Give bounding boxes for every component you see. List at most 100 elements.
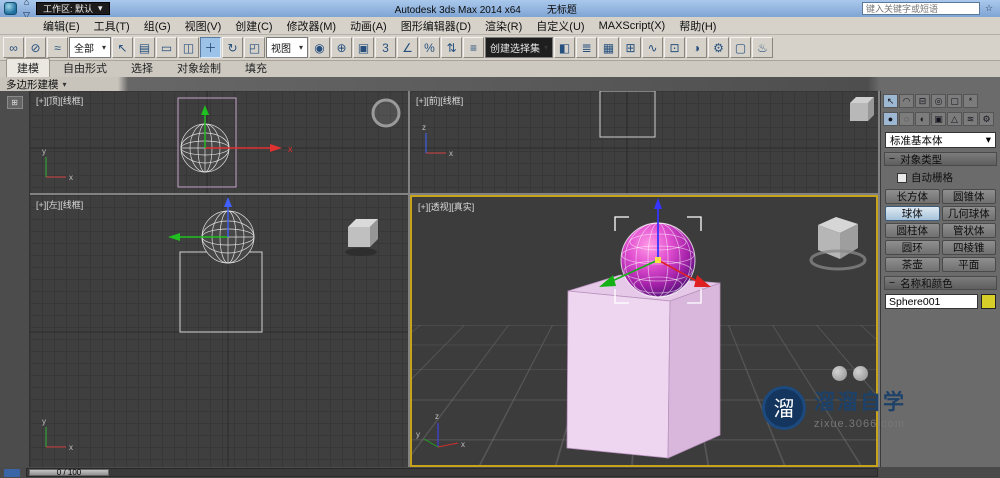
svg-text:z: z [435,412,439,421]
tab-selection[interactable]: 选择 [120,58,164,77]
time-slider-track[interactable]: 0 / 100 [26,468,878,477]
menu-item[interactable]: 视图(V) [178,17,229,34]
viewcube-icon[interactable] [850,97,874,121]
select-and-manipulate-icon[interactable]: ⊕ [331,37,352,58]
angle-snap-icon[interactable]: ∠ [397,37,418,58]
select-by-name-icon[interactable]: ▤ [134,37,155,58]
box-wireframe[interactable] [179,251,263,333]
align-icon[interactable]: ≣ [576,37,598,58]
menu-item[interactable]: 动画(A) [343,17,394,34]
menu-item[interactable]: 编辑(E) [36,17,87,34]
window-crossing-icon[interactable]: ◫ [178,37,199,58]
viewcube-icon[interactable] [345,219,378,256]
rectangular-selection-icon[interactable]: ▭ [156,37,177,58]
percent-snap-icon[interactable]: % [419,37,440,58]
pyramid-button[interactable]: 四棱锥 [941,240,996,255]
modify-tab-icon[interactable]: ◠ [899,94,914,108]
menu-item[interactable]: 修改器(M) [280,17,344,34]
use-pivot-center-icon[interactable]: ◉ [309,37,330,58]
utilities-tab-icon[interactable]: * [963,94,978,108]
menu-item[interactable]: 图形编辑器(D) [394,17,478,34]
select-and-link-icon[interactable]: ∞ [3,37,24,58]
select-and-scale-icon[interactable]: ◰ [244,37,265,58]
reference-coordinate-dropdown[interactable]: 视图 [266,37,308,58]
rendered-frame-icon[interactable]: ▢ [730,37,752,58]
menu-item[interactable]: 自定义(U) [529,17,591,34]
render-setup-icon[interactable]: ⚙ [708,37,730,58]
viewcube-icon[interactable] [371,98,401,128]
name-color-rollout-header[interactable]: − 名称和颜色 [884,276,997,290]
curve-editor-icon[interactable]: ∿ [642,37,664,58]
menu-item[interactable]: 创建(C) [228,17,279,34]
hierarchy-tab-icon[interactable]: ⊟ [915,94,930,108]
cameras-category-icon[interactable]: ▣ [931,112,946,126]
bind-to-space-warp-icon[interactable]: ≈ [47,37,68,58]
space-warps-category-icon[interactable]: ≋ [963,112,978,126]
object-type-rollout-header[interactable]: − 对象类型 [884,152,997,166]
teapot-button[interactable]: 茶壶 [885,257,940,272]
render-production-icon[interactable]: ♨ [752,37,774,58]
systems-category-icon[interactable]: ⚙ [979,112,994,126]
select-and-move-icon[interactable]: ＋ [200,37,221,58]
ribbon-toggle-icon[interactable]: ⊞ [620,37,642,58]
shapes-category-icon[interactable]: ◌ [899,112,914,126]
tube-button[interactable]: 管状体 [941,223,996,238]
snaps-toggle-icon[interactable]: 3 [375,37,396,58]
workspace-dropdown[interactable]: 工作区: 默认 ▾ [36,2,110,15]
edit-selection-sets-icon[interactable]: ≡ [463,37,484,58]
mini-listener-icon[interactable] [4,468,20,477]
viewport-top[interactable]: [+][顶][线框] x x y [30,91,408,193]
plane-button[interactable]: 平面 [941,257,996,272]
cone-button[interactable]: 圆锥体 [941,189,996,204]
geometry-category-icon[interactable]: ● [883,112,898,126]
tab-populate[interactable]: 填充 [234,58,278,77]
viewport-label-perspective[interactable]: [+][透视][真实] [418,200,474,213]
schematic-view-icon[interactable]: ⊡ [664,37,686,58]
select-and-rotate-icon[interactable]: ↻ [222,37,243,58]
menu-item[interactable]: 渲染(R) [478,17,529,34]
viewport-label-left[interactable]: [+][左][线框] [36,198,83,211]
ribbon-collapse-icon[interactable]: ⊞ [6,96,23,109]
polygon-modeling-panel-tab[interactable]: 多边形建模 [0,77,73,92]
favorites-star-icon[interactable]: ☆ [982,2,996,15]
tab-modeling[interactable]: 建模 [6,58,50,77]
menu-item[interactable]: 工具(T) [87,17,137,34]
primitive-category-dropdown[interactable]: 标准基本体 ▾ [885,132,996,148]
lights-category-icon[interactable]: ◐ [915,112,930,126]
helpers-category-icon[interactable]: △ [947,112,962,126]
keyboard-override-icon[interactable]: ▣ [353,37,374,58]
viewport-label-front[interactable]: [+][前][线框] [416,94,463,107]
geosphere-button[interactable]: 几何球体 [941,206,996,221]
box-button[interactable]: 长方体 [885,189,940,204]
create-tab-icon[interactable]: ↖ [883,94,898,108]
infocenter-search-input[interactable] [862,2,980,15]
motion-tab-icon[interactable]: ◎ [931,94,946,108]
sphere-button[interactable]: 球体 [885,206,940,221]
viewport-left[interactable]: [+][左][线框] x y [30,195,408,467]
app-logo-icon[interactable] [4,2,17,15]
select-object-icon[interactable]: ↖ [112,37,133,58]
object-color-swatch[interactable] [981,294,996,309]
torus-button[interactable]: 圆环 [885,240,940,255]
tab-freeform[interactable]: 自由形式 [52,58,118,77]
menu-item[interactable]: 组(G) [137,17,178,34]
mirror-icon[interactable]: ◧ [554,37,576,58]
viewcube-icon[interactable] [809,217,867,271]
object-name-field[interactable] [885,294,978,309]
menu-item[interactable]: 帮助(H) [672,17,723,34]
time-slider-handle[interactable]: 0 / 100 [29,469,109,477]
tab-object-paint[interactable]: 对象绘制 [166,58,232,77]
open-file-icon[interactable]: ⌂ [19,0,34,9]
cylinder-button[interactable]: 圆柱体 [885,223,940,238]
display-tab-icon[interactable]: ▢ [947,94,962,108]
viewport-label-top[interactable]: [+][顶][线框] [36,94,83,107]
viewport-front[interactable]: [+][前][线框] x z [410,91,878,193]
unlink-selection-icon[interactable]: ⊘ [25,37,46,58]
named-selection-dropdown[interactable]: 创建选择集 [485,37,554,58]
menu-item[interactable]: MAXScript(X) [592,17,673,34]
selection-filter-dropdown[interactable]: 全部 [69,37,111,58]
autogrid-checkbox[interactable] [897,172,907,183]
material-editor-icon[interactable]: ◑ [686,37,708,58]
layer-manager-icon[interactable]: ▦ [598,37,620,58]
spinner-snap-icon[interactable]: ⇅ [441,37,462,58]
